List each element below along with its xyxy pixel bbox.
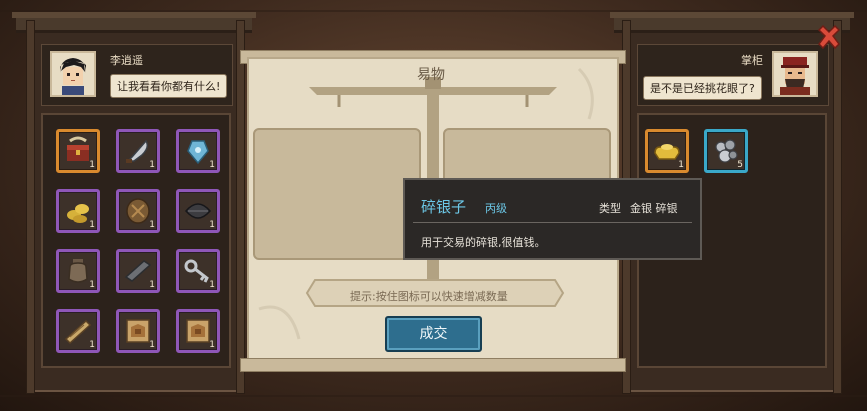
item-count: 1 [149,280,155,290]
scroll-bottom-roll [240,358,626,372]
tooltip-item-name: 碎银子 [421,198,467,216]
panel-roof [12,12,256,33]
background-beam [0,395,867,397]
player-item-slot[interactable]: 1 [116,129,160,173]
item-count: 1 [209,340,215,350]
item-count: 1 [89,160,95,170]
tooltip-description: 用于交易的碎银,很值钱。 [421,236,546,249]
item-count: 1 [678,160,684,170]
tooltip-type-value: 金银 碎银 [630,202,678,215]
player-item-slot[interactable]: 1 [176,309,220,353]
player-item-slot[interactable]: 1 [176,249,220,293]
player-item-slot[interactable]: 1 [116,309,160,353]
player-item-slot[interactable]: 1 [56,189,100,233]
player-name: 李逍遥 [110,54,143,67]
item-count: 1 [209,220,215,230]
item-count: 1 [149,340,155,350]
player-item-slot[interactable]: 1 [116,189,160,233]
item-count: 1 [209,280,215,290]
item-tooltip: 碎银子 丙级 类型 金银 碎银 用于交易的碎银,很值钱。 [403,178,702,260]
tooltip-divider [413,222,692,223]
player-portrait-icon [52,53,94,95]
merchant-speech-bubble: 是不是已经挑花眼了? [643,76,762,100]
item-count: 1 [209,160,215,170]
player-item-slot[interactable]: 1 [176,189,220,233]
item-count: 1 [149,160,155,170]
merchant-avatar [772,51,818,97]
item-count: 1 [89,280,95,290]
close-x-icon[interactable] [815,24,843,52]
merchant-item-slot[interactable]: 1 [645,129,689,173]
player-item-slot[interactable]: 1 [56,129,100,173]
item-count: 5 [737,160,743,170]
player-item-slot[interactable]: 1 [56,249,100,293]
player-offer-pan[interactable] [253,128,421,260]
panel-post [833,20,842,394]
player-item-slot[interactable]: 1 [56,309,100,353]
merchant-item-slot[interactable]: 5 [704,129,748,173]
tooltip-type-label: 类型 [599,202,621,215]
item-count: 1 [89,220,95,230]
tooltip-item-grade: 丙级 [485,202,507,215]
confirm-trade-button[interactable]: 成交 [385,316,482,352]
player-speech-bubble: 让我看看你都有什么! [110,74,228,98]
merchant-portrait-icon [774,53,816,95]
panel-post [236,20,245,394]
item-count: 1 [89,340,95,350]
item-count: 1 [149,220,155,230]
merchant-name: 掌柜 [741,54,763,67]
player-item-slot[interactable]: 1 [176,129,220,173]
panel-post [26,20,35,394]
player-avatar [50,51,96,97]
player-item-slot[interactable]: 1 [116,249,160,293]
hint-text: 提示:按住图标可以快速增减数量 [350,290,508,303]
trade-title: 易物 [417,67,445,83]
